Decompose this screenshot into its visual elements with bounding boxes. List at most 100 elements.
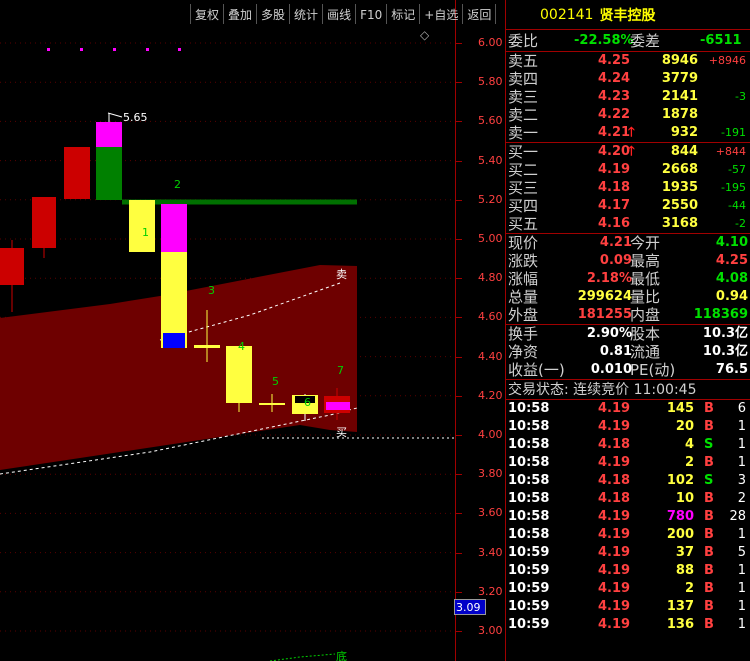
- price-tick-mark: [456, 121, 462, 123]
- tick-row[interactable]: 10:58 4.19 780 B 28: [506, 508, 750, 526]
- price-tick-mark: [456, 239, 462, 240]
- toolbar-button-0[interactable]: 复权: [190, 4, 225, 24]
- fund-value: 2.90%: [586, 326, 632, 341]
- quote-label: 量比: [630, 288, 661, 306]
- price-tick-label: 3.00: [478, 624, 503, 637]
- order-ratio-row: 委比 -22.58% 委差 -6511: [506, 30, 750, 52]
- tick-time: 10:59: [508, 599, 550, 614]
- asks-label: 卖二: [508, 106, 539, 124]
- toolbar-button-5[interactable]: F10: [356, 4, 388, 24]
- asks-volume: 3779: [661, 71, 698, 86]
- quote-panel: 002141 贤丰控股 委比 -22.58% 委差 -6511 卖五 4.25 89…: [505, 0, 750, 661]
- toolbar-button-1[interactable]: 叠加: [224, 4, 258, 24]
- tick-price: 4.19: [598, 509, 631, 524]
- bids-row[interactable]: 买四 4.17 2550 -44: [506, 197, 750, 215]
- tick-price: 4.19: [598, 599, 631, 614]
- asks-volume: 2141: [661, 89, 698, 104]
- price-tick-label: 3.60: [478, 506, 503, 520]
- high-annotation: 5.65: [123, 111, 148, 124]
- stock-code: 002141: [540, 6, 594, 23]
- tick-list[interactable]: 10:58 4.19 145 B 6 10:58 4.19 20 B 1 10:58 4.18 4 S 1 1…: [506, 400, 750, 634]
- bids-change: -2: [735, 217, 746, 230]
- price-tick-mark: [456, 435, 462, 436]
- tick-count: 3: [737, 473, 746, 488]
- tick-row[interactable]: 10:59 4.19 2 B 1: [506, 580, 750, 598]
- bids-row[interactable]: 买三 4.18 1935 -195: [506, 179, 750, 197]
- quote-value: 0.94: [715, 289, 748, 304]
- toolbar-button-3[interactable]: 统计: [290, 4, 324, 24]
- price-tick-mark: [456, 513, 462, 515]
- tick-volume: 10: [675, 491, 694, 506]
- asks-row[interactable]: 卖三 4.23 2141 -3: [506, 88, 750, 106]
- tick-row[interactable]: 10:59 4.19 137 B 1: [506, 598, 750, 616]
- chart-option-icon[interactable]: ◇: [420, 28, 429, 42]
- toolbar-button-6[interactable]: 标记: [387, 4, 421, 24]
- asks-row[interactable]: 卖一 4.21 🡑 932 -191: [506, 124, 750, 142]
- asks-price: 4.22: [598, 107, 631, 122]
- tick-count: 6: [737, 401, 746, 416]
- tick-row[interactable]: 10:58 4.19 145 B 6: [506, 400, 750, 418]
- tick-row[interactable]: 10:58 4.19 200 B 1: [506, 526, 750, 544]
- stock-header: 002141 贤丰控股: [506, 0, 750, 30]
- tick-volume: 102: [666, 473, 694, 488]
- bottom-line: [269, 653, 336, 661]
- price-tick-label: 3.40: [478, 545, 503, 559]
- tick-count: 1: [737, 599, 746, 614]
- asks-row[interactable]: 卖四 4.24 3779: [506, 70, 750, 88]
- tick-volume: 37: [675, 545, 694, 560]
- price-tick-label: 4.60: [478, 310, 503, 324]
- fund-value: 10.3亿: [702, 344, 748, 359]
- tick-count: 1: [737, 563, 746, 578]
- candle-body: [32, 197, 56, 248]
- candle-body: [0, 248, 24, 285]
- quote-label: 涨跌: [508, 252, 539, 270]
- tick-volume: 780: [666, 509, 694, 524]
- candle-body: [194, 345, 220, 348]
- asks-volume: 8946: [661, 53, 698, 68]
- tick-flag: B: [704, 617, 714, 632]
- price-tick-mark: [456, 160, 462, 162]
- bids-price: 4.20: [598, 144, 631, 159]
- bids-row[interactable]: 买二 4.19 2668 -57: [506, 161, 750, 179]
- tick-row[interactable]: 10:58 4.18 102 S 3: [506, 472, 750, 490]
- price-tick-mark: [456, 43, 462, 44]
- fund-label: PE(动): [630, 361, 676, 379]
- tick-row[interactable]: 10:58 4.18 4 S 1: [506, 436, 750, 454]
- bids-change: -195: [721, 181, 746, 194]
- signal-dot: [80, 48, 83, 51]
- tick-flag: B: [704, 545, 714, 560]
- tick-time: 10:58: [508, 401, 550, 416]
- signal-dot: [47, 48, 50, 51]
- signal-block: [326, 402, 350, 410]
- tick-flag: B: [704, 581, 714, 596]
- tick-count: 28: [729, 509, 746, 524]
- tick-row[interactable]: 10:58 4.19 20 B 1: [506, 418, 750, 436]
- tick-row[interactable]: 10:58 4.19 2 B 1: [506, 454, 750, 472]
- wave-number: 3: [208, 284, 215, 297]
- diff-value: -6511: [700, 33, 742, 48]
- tick-row[interactable]: 10:59 4.19 136 B 1: [506, 616, 750, 634]
- bids-row[interactable]: 买一 4.20 🡑 844 +844: [506, 143, 750, 161]
- fund-row: 净资 0.81 流通 10.3亿: [506, 343, 750, 361]
- tick-flag: B: [704, 563, 714, 578]
- kline-chart[interactable]: 5.65 1 2 3 4 5 6 7 卖买底 6.00 5.80 5.60 5.40 5.20 5.00 4…: [0, 0, 505, 661]
- toolbar-button-7[interactable]: +自选: [420, 4, 464, 24]
- tick-row[interactable]: 10:59 4.19 37 B 5: [506, 544, 750, 562]
- wave-number: 7: [337, 364, 344, 377]
- signal-block: [163, 333, 185, 348]
- tick-row[interactable]: 10:59 4.19 88 B 1: [506, 562, 750, 580]
- quote-value: 118369: [693, 307, 748, 322]
- toolbar-button-8[interactable]: 返回: [463, 4, 497, 24]
- tick-time: 10:59: [508, 581, 550, 596]
- toolbar-button-2[interactable]: 多股: [257, 4, 291, 24]
- asks-row[interactable]: 卖二 4.22 1878: [506, 106, 750, 124]
- tick-flag: S: [704, 473, 714, 488]
- asks-row[interactable]: 卖五 4.25 8946 +8946: [506, 52, 750, 70]
- kline-svg[interactable]: 5.65 1 2 3 4 5 6 7 卖买底: [0, 0, 505, 661]
- up-arrow-icon: 🡑: [628, 144, 635, 159]
- price-tick-mark: [456, 317, 462, 319]
- signal-block: [96, 122, 122, 147]
- tick-row[interactable]: 10:58 4.18 10 B 2: [506, 490, 750, 508]
- bids-row[interactable]: 买五 4.16 3168 -2: [506, 215, 750, 233]
- toolbar-button-4[interactable]: 画线: [323, 4, 357, 24]
